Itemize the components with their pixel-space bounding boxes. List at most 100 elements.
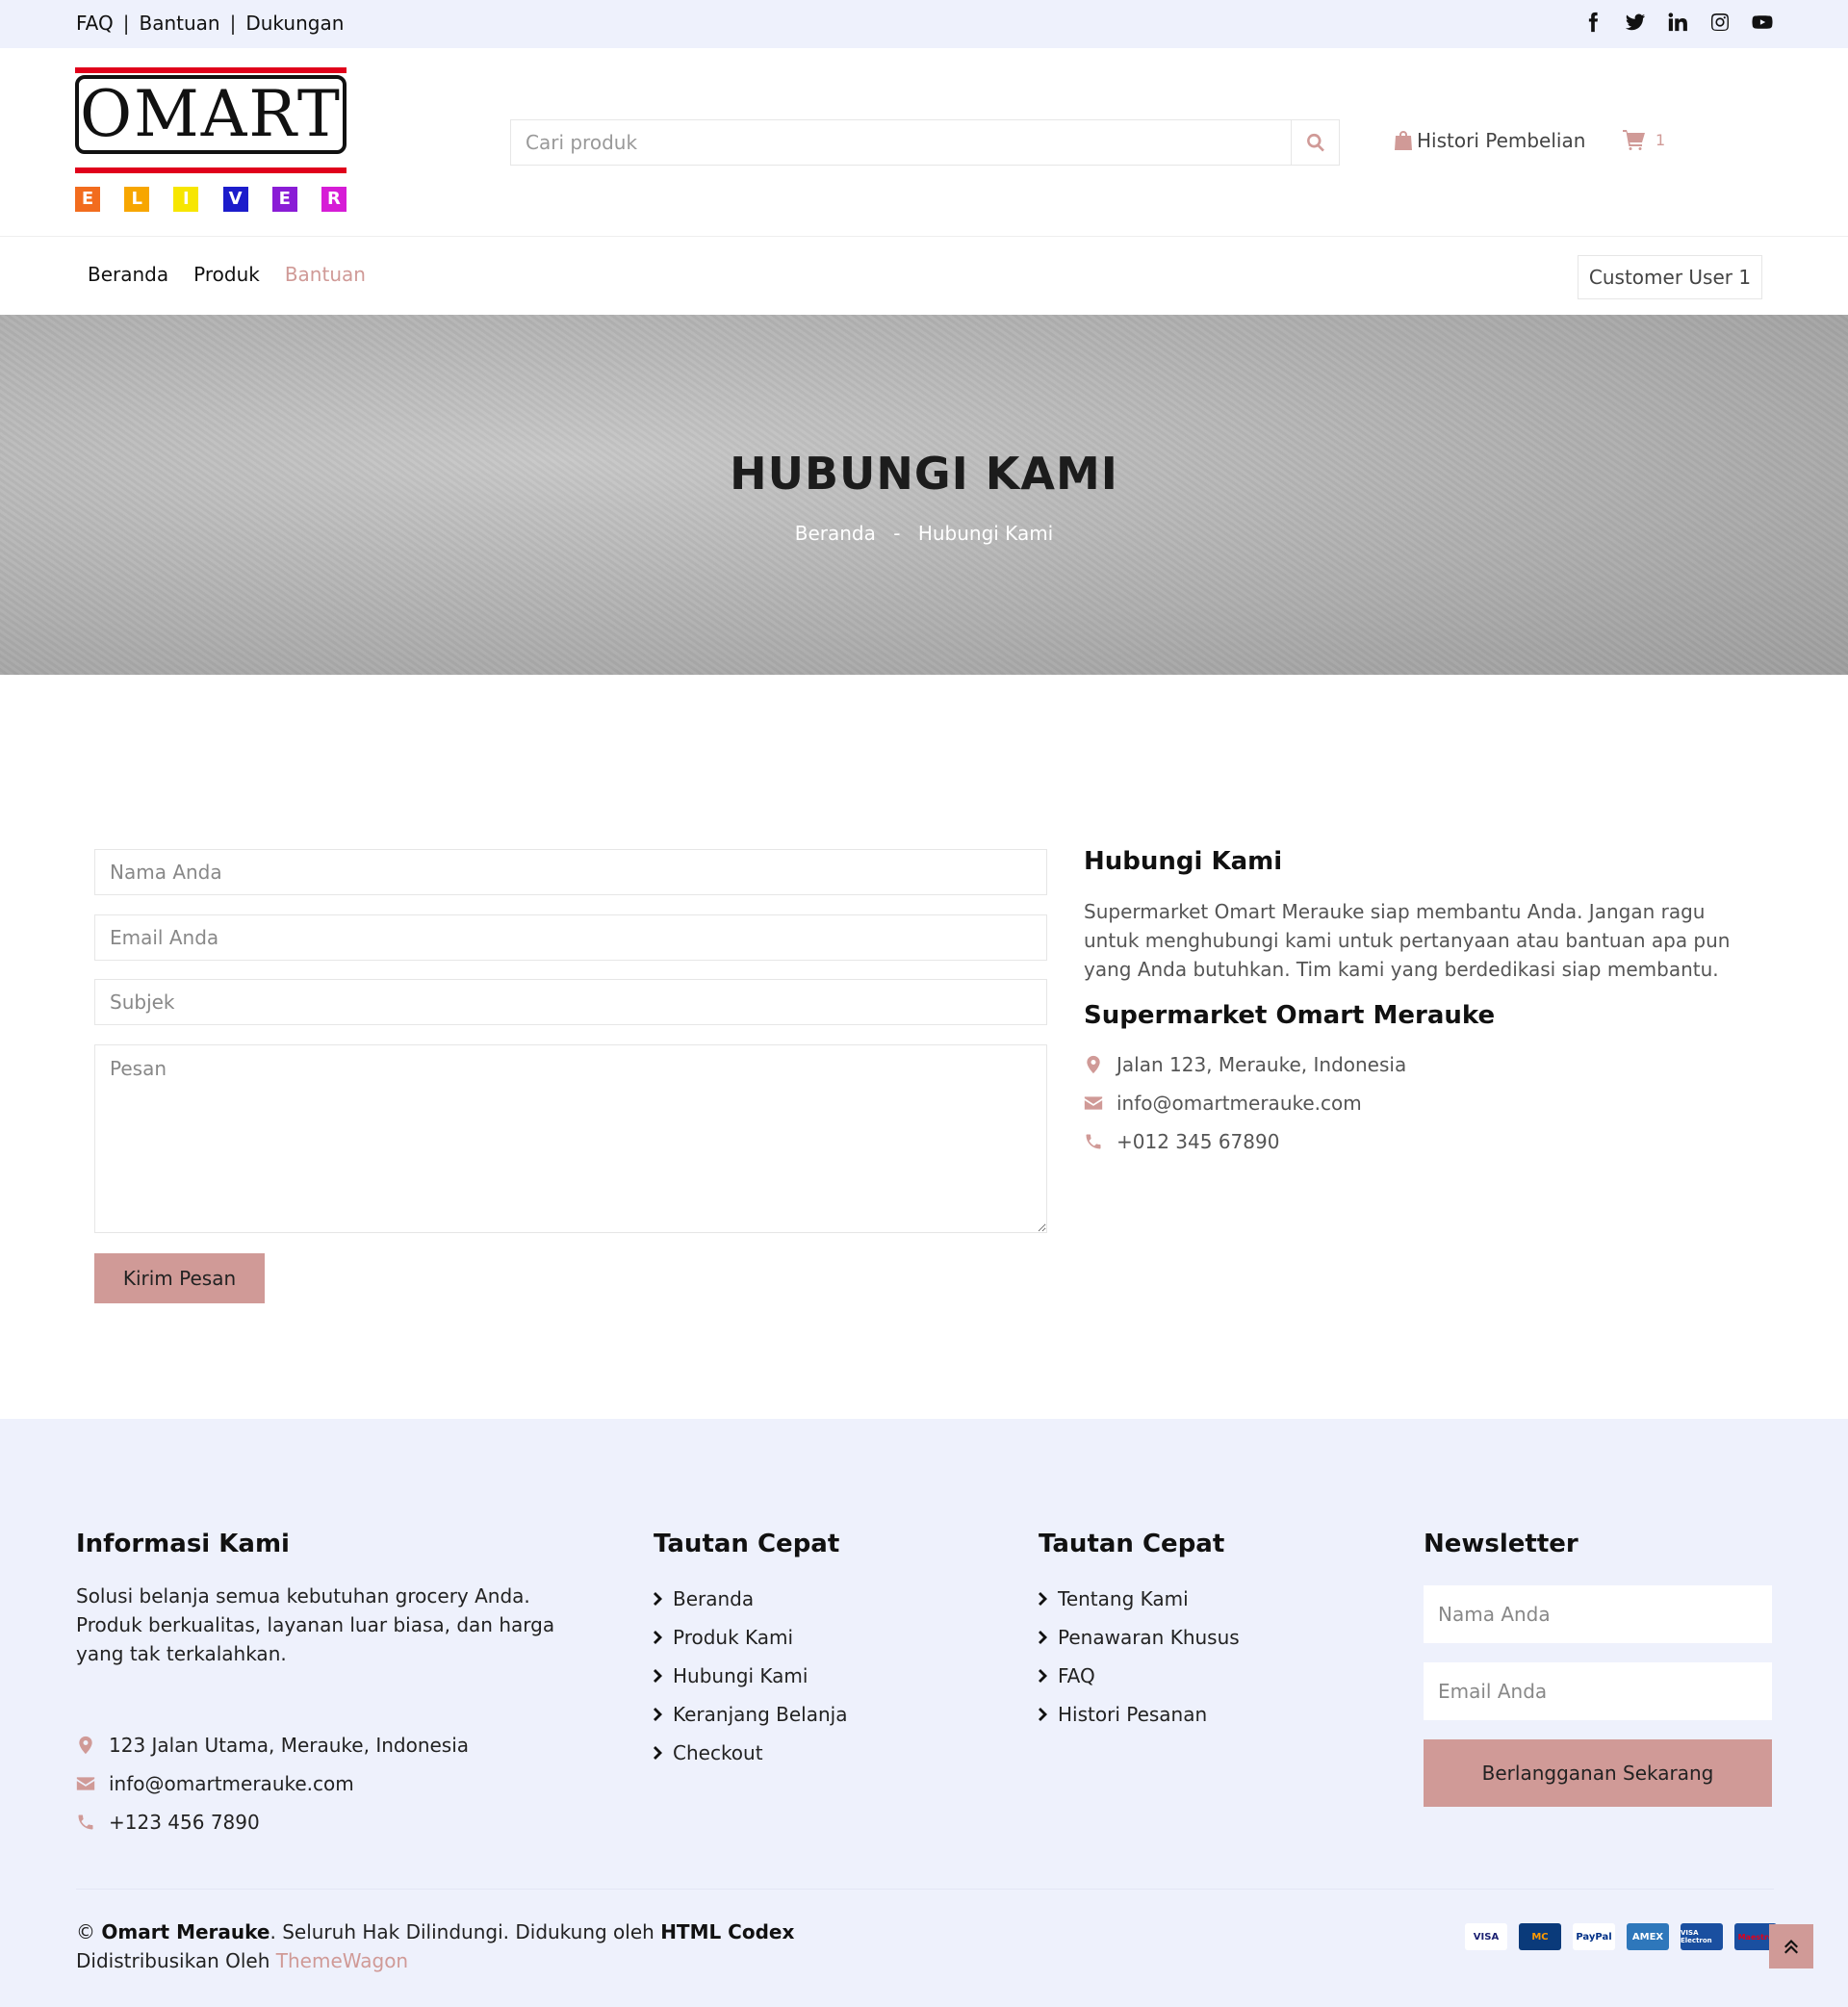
chevron-right-icon	[654, 1592, 662, 1606]
newsletter-email-input[interactable]	[1424, 1662, 1772, 1720]
footer-link[interactable]: Produk Kami	[654, 1618, 981, 1657]
footer-link[interactable]: Penawaran Khusus	[1039, 1618, 1366, 1657]
copyright: © Omart Merauke. Seluruh Hak Dilindungi.…	[76, 1917, 794, 1975]
search-button[interactable]	[1291, 120, 1339, 165]
double-chevron-up-icon	[1784, 1940, 1798, 1954]
logo-frame: OMART	[75, 75, 346, 154]
footer-divider	[76, 1889, 1774, 1890]
footer-address: 123 Jalan Utama, Merauke, Indonesia	[76, 1734, 469, 1757]
youtube-icon[interactable]	[1752, 12, 1773, 33]
facebook-icon[interactable]	[1582, 12, 1604, 33]
footer-email: info@omartmerauke.com	[76, 1772, 354, 1795]
top-links: FAQ | Bantuan | Dukungan	[76, 12, 344, 35]
footer-phone-text: +123 456 7890	[109, 1811, 260, 1834]
cart-icon	[1623, 130, 1645, 150]
footer-links2-title: Tautan Cepat	[1039, 1530, 1225, 1558]
logo-letter: R	[321, 187, 346, 212]
contact-phone: +012 345 67890	[1084, 1130, 1279, 1153]
footer-links2-list: Tentang Kami Penawaran Khusus FAQ Histor…	[1039, 1580, 1366, 1734]
contact-info: Hubungi Kami Supermarket Omart Merauke s…	[1084, 847, 1758, 1153]
nav-item-bantuan[interactable]: Bantuan	[285, 263, 366, 286]
footer-link-label: Beranda	[673, 1587, 755, 1610]
top-link-separator: |	[229, 12, 237, 35]
phone-icon	[1086, 1134, 1101, 1149]
footer-link[interactable]: FAQ	[1039, 1657, 1366, 1695]
phone-icon	[78, 1814, 93, 1830]
chevron-right-icon	[1039, 1708, 1047, 1721]
header: OMART E L I V E R Histori Pembelian 1	[0, 48, 1848, 237]
chevron-right-icon	[1039, 1669, 1047, 1683]
footer-quick-links-2: Tautan Cepat Tentang Kami Penawaran Khus…	[1039, 1530, 1366, 1734]
top-link-bantuan[interactable]: Bantuan	[140, 12, 220, 35]
contact-title: Hubungi Kami	[1084, 847, 1283, 876]
nav-item-produk[interactable]: Produk	[193, 263, 260, 286]
send-message-button[interactable]: Kirim Pesan	[94, 1253, 265, 1303]
nav-items: Beranda Produk Bantuan	[88, 263, 366, 286]
search-input[interactable]	[511, 120, 1291, 165]
footer-link[interactable]: Beranda	[654, 1580, 981, 1618]
page-hero: HUBUNGI KAMI Beranda - Hubungi Kami	[0, 315, 1848, 675]
purchase-history-link[interactable]: Histori Pembelian	[1394, 129, 1585, 152]
footer-link[interactable]: Checkout	[654, 1734, 981, 1772]
top-bar: FAQ | Bantuan | Dukungan	[0, 0, 1848, 48]
breadcrumb-home[interactable]: Beranda	[795, 522, 876, 545]
footer-link-label: FAQ	[1058, 1664, 1095, 1687]
logo-letter: I	[173, 187, 199, 212]
subject-input[interactable]	[94, 979, 1047, 1025]
footer-address-text: 123 Jalan Utama, Merauke, Indonesia	[109, 1734, 470, 1757]
logo-letter: L	[124, 187, 150, 212]
distributor-link[interactable]: ThemeWagon	[276, 1949, 408, 1972]
footer-link[interactable]: Keranjang Belanja	[654, 1695, 981, 1734]
top-link-faq[interactable]: FAQ	[76, 12, 114, 35]
contact-address-text: Jalan 123, Merauke, Indonesia	[1116, 1053, 1407, 1076]
instagram-icon[interactable]	[1709, 12, 1731, 33]
footer-phone: +123 456 7890	[76, 1811, 260, 1834]
footer-quick-links-1: Tautan Cepat Beranda Produk Kami Hubungi…	[654, 1530, 981, 1772]
envelope-icon	[76, 1777, 95, 1790]
newsletter-name-input[interactable]	[1424, 1585, 1772, 1643]
name-input[interactable]	[94, 849, 1047, 895]
shopping-bag-icon	[1395, 131, 1412, 150]
purchase-history-label: Histori Pembelian	[1417, 129, 1586, 152]
copyright-powered-by[interactable]: HTML Codex	[660, 1920, 794, 1943]
footer-link-label: Histori Pesanan	[1058, 1703, 1208, 1726]
map-marker-icon	[79, 1736, 92, 1755]
nav-item-beranda[interactable]: Beranda	[88, 263, 168, 286]
footer-links1-list: Beranda Produk Kami Hubungi Kami Keranja…	[654, 1580, 981, 1772]
cart-link[interactable]: 1	[1623, 129, 1665, 150]
copyright-rights: . Seluruh Hak Dilindungi. Didukung oleh	[270, 1920, 661, 1943]
contact-email-text[interactable]: info@omartmerauke.com	[1116, 1092, 1362, 1115]
footer-link[interactable]: Tentang Kami	[1039, 1580, 1366, 1618]
footer-link[interactable]: Histori Pesanan	[1039, 1695, 1366, 1734]
footer-link-label: Produk Kami	[673, 1626, 794, 1649]
footer-link[interactable]: Hubungi Kami	[654, 1657, 981, 1695]
footer-info: Informasi Kami Solusi belanja semua kebu…	[76, 1530, 577, 1834]
contact-phone-text: +012 345 67890	[1116, 1130, 1280, 1153]
logo[interactable]: OMART E L I V E R	[75, 67, 346, 212]
footer: Informasi Kami Solusi belanja semua kebu…	[0, 1419, 1848, 2007]
chevron-right-icon	[1039, 1592, 1047, 1606]
search-icon	[1306, 133, 1324, 152]
breadcrumb-separator: -	[893, 522, 901, 545]
footer-link-label: Penawaran Khusus	[1058, 1626, 1240, 1649]
amex-icon: AMEX	[1627, 1923, 1669, 1950]
footer-info-title: Informasi Kami	[76, 1530, 290, 1558]
message-textarea[interactable]	[94, 1044, 1047, 1233]
breadcrumb-current: Hubungi Kami	[917, 522, 1054, 545]
footer-email-text[interactable]: info@omartmerauke.com	[109, 1772, 354, 1795]
back-to-top-button[interactable]	[1769, 1924, 1813, 1968]
store-name: Supermarket Omart Merauke	[1084, 1001, 1496, 1030]
top-link-dukungan[interactable]: Dukungan	[245, 12, 344, 35]
social-links	[1582, 12, 1773, 33]
email-input[interactable]	[94, 914, 1047, 961]
footer-info-text: Solusi belanja semua kebutuhan grocery A…	[76, 1584, 555, 1665]
twitter-icon[interactable]	[1625, 12, 1646, 33]
page: FAQ | Bantuan | Dukungan OMART E L I V E…	[0, 0, 1848, 2007]
paypal-icon: PayPal	[1573, 1923, 1615, 1950]
subscribe-button[interactable]: Berlangganan Sekarang	[1424, 1739, 1772, 1807]
visa-icon: VISA	[1465, 1923, 1507, 1950]
user-menu-button[interactable]: Customer User 1	[1578, 255, 1762, 299]
copyright-brand[interactable]: Omart Merauke	[101, 1920, 270, 1943]
linkedin-icon[interactable]	[1667, 12, 1688, 33]
chevron-right-icon	[654, 1631, 662, 1644]
